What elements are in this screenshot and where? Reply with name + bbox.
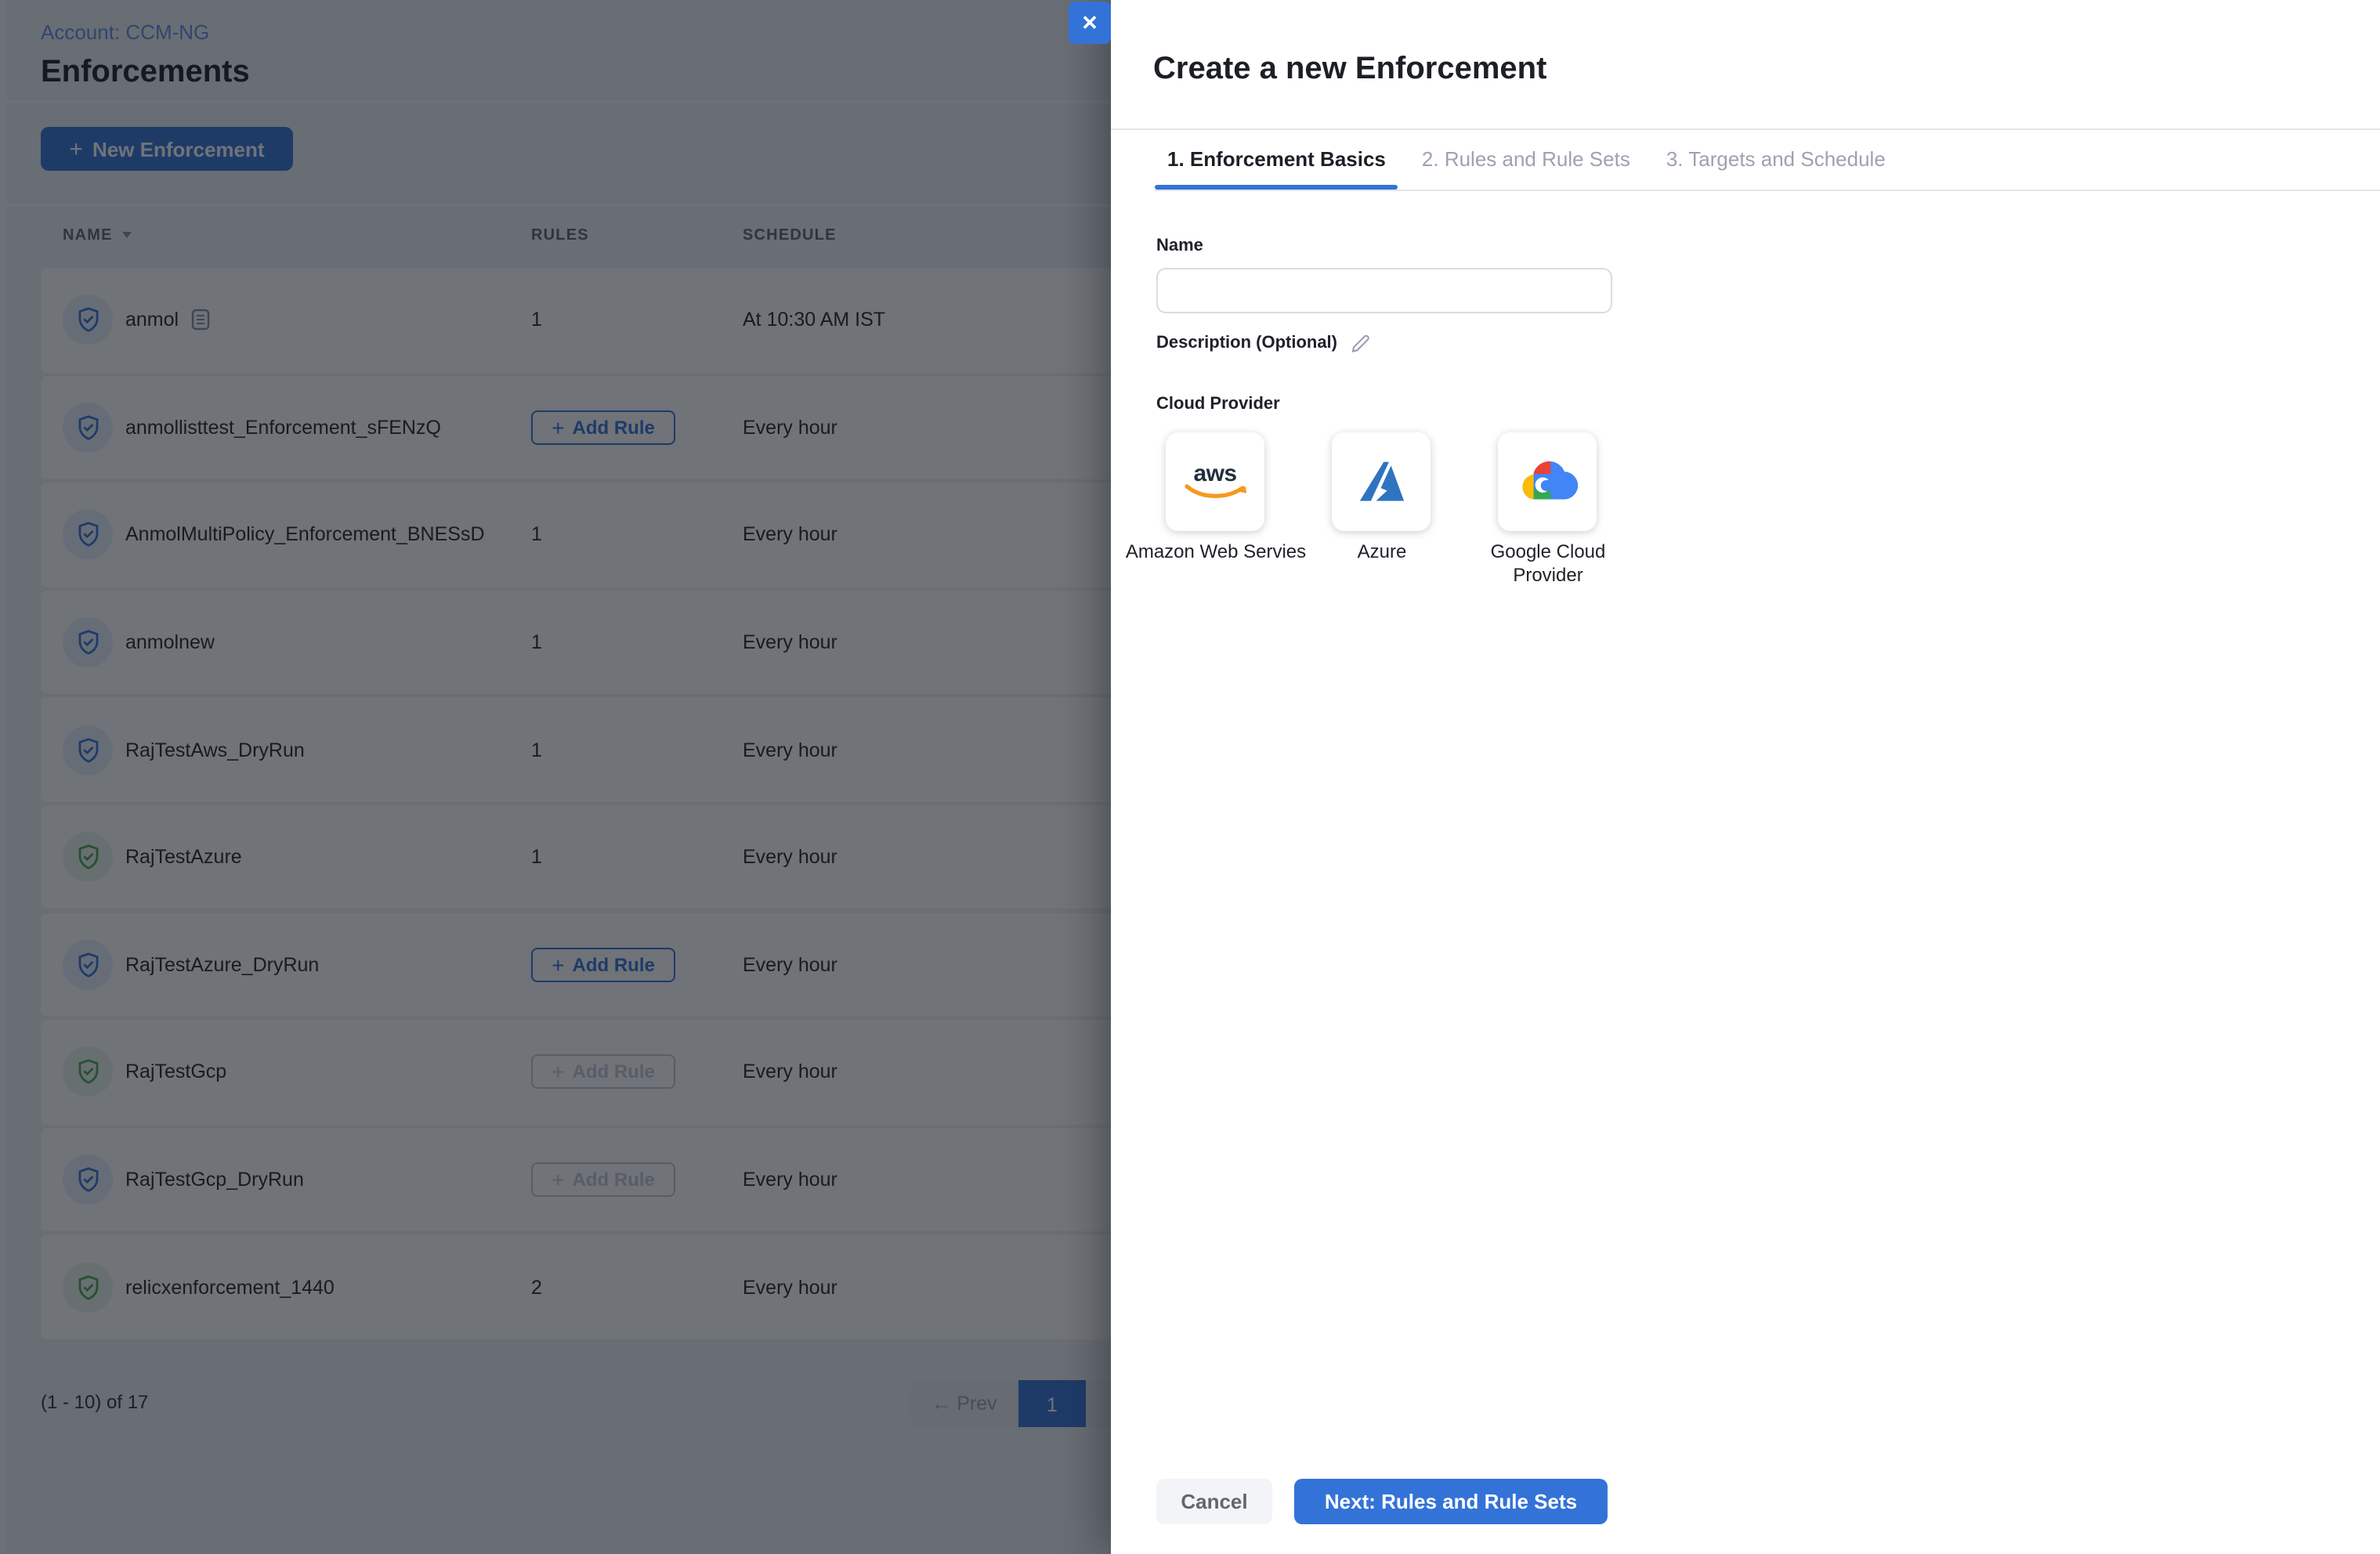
- cloud-provider-label: Cloud Provider: [1156, 395, 1280, 414]
- provider-card-azure[interactable]: [1332, 432, 1431, 531]
- edit-pencil-icon[interactable]: [1350, 332, 1370, 352]
- cancel-button[interactable]: Cancel: [1156, 1479, 1272, 1524]
- name-input[interactable]: [1156, 268, 1612, 313]
- name-label: Name: [1156, 237, 1203, 255]
- azure-logo-icon: [1355, 458, 1408, 505]
- tab-enforcement-basics[interactable]: 1. Enforcement Basics: [1155, 128, 1399, 190]
- close-button[interactable]: ✕: [1069, 2, 1111, 44]
- provider-label-gcp: Google Cloud Provider: [1490, 540, 1606, 586]
- tab-rules-and-rule-sets[interactable]: 2. Rules and Rule Sets: [1409, 128, 1643, 190]
- tab-targets-and-schedule[interactable]: 3. Targets and Schedule: [1654, 128, 1898, 190]
- provider-label-azure: Azure: [1357, 540, 1407, 562]
- wizard-tabs: 1. Enforcement Basics 2. Rules and Rule …: [1155, 128, 2380, 191]
- gcp-logo-icon: [1516, 459, 1579, 504]
- provider-card-gcp[interactable]: [1498, 432, 1597, 531]
- screen: Account: CCM-NG Enforcements + New Enfor…: [0, 0, 2380, 1554]
- provider-label-aws: Amazon Web Servies: [1125, 540, 1307, 562]
- drawer-title: Create a new Enforcement: [1153, 52, 1547, 86]
- aws-logo-icon: aws: [1184, 461, 1246, 501]
- next-button[interactable]: Next: Rules and Rule Sets: [1294, 1479, 1608, 1524]
- provider-card-aws[interactable]: aws: [1166, 432, 1264, 531]
- create-enforcement-drawer: ✕ Create a new Enforcement 1. Enforcemen…: [1069, 0, 2380, 1554]
- description-label: Description (Optional): [1156, 333, 1337, 352]
